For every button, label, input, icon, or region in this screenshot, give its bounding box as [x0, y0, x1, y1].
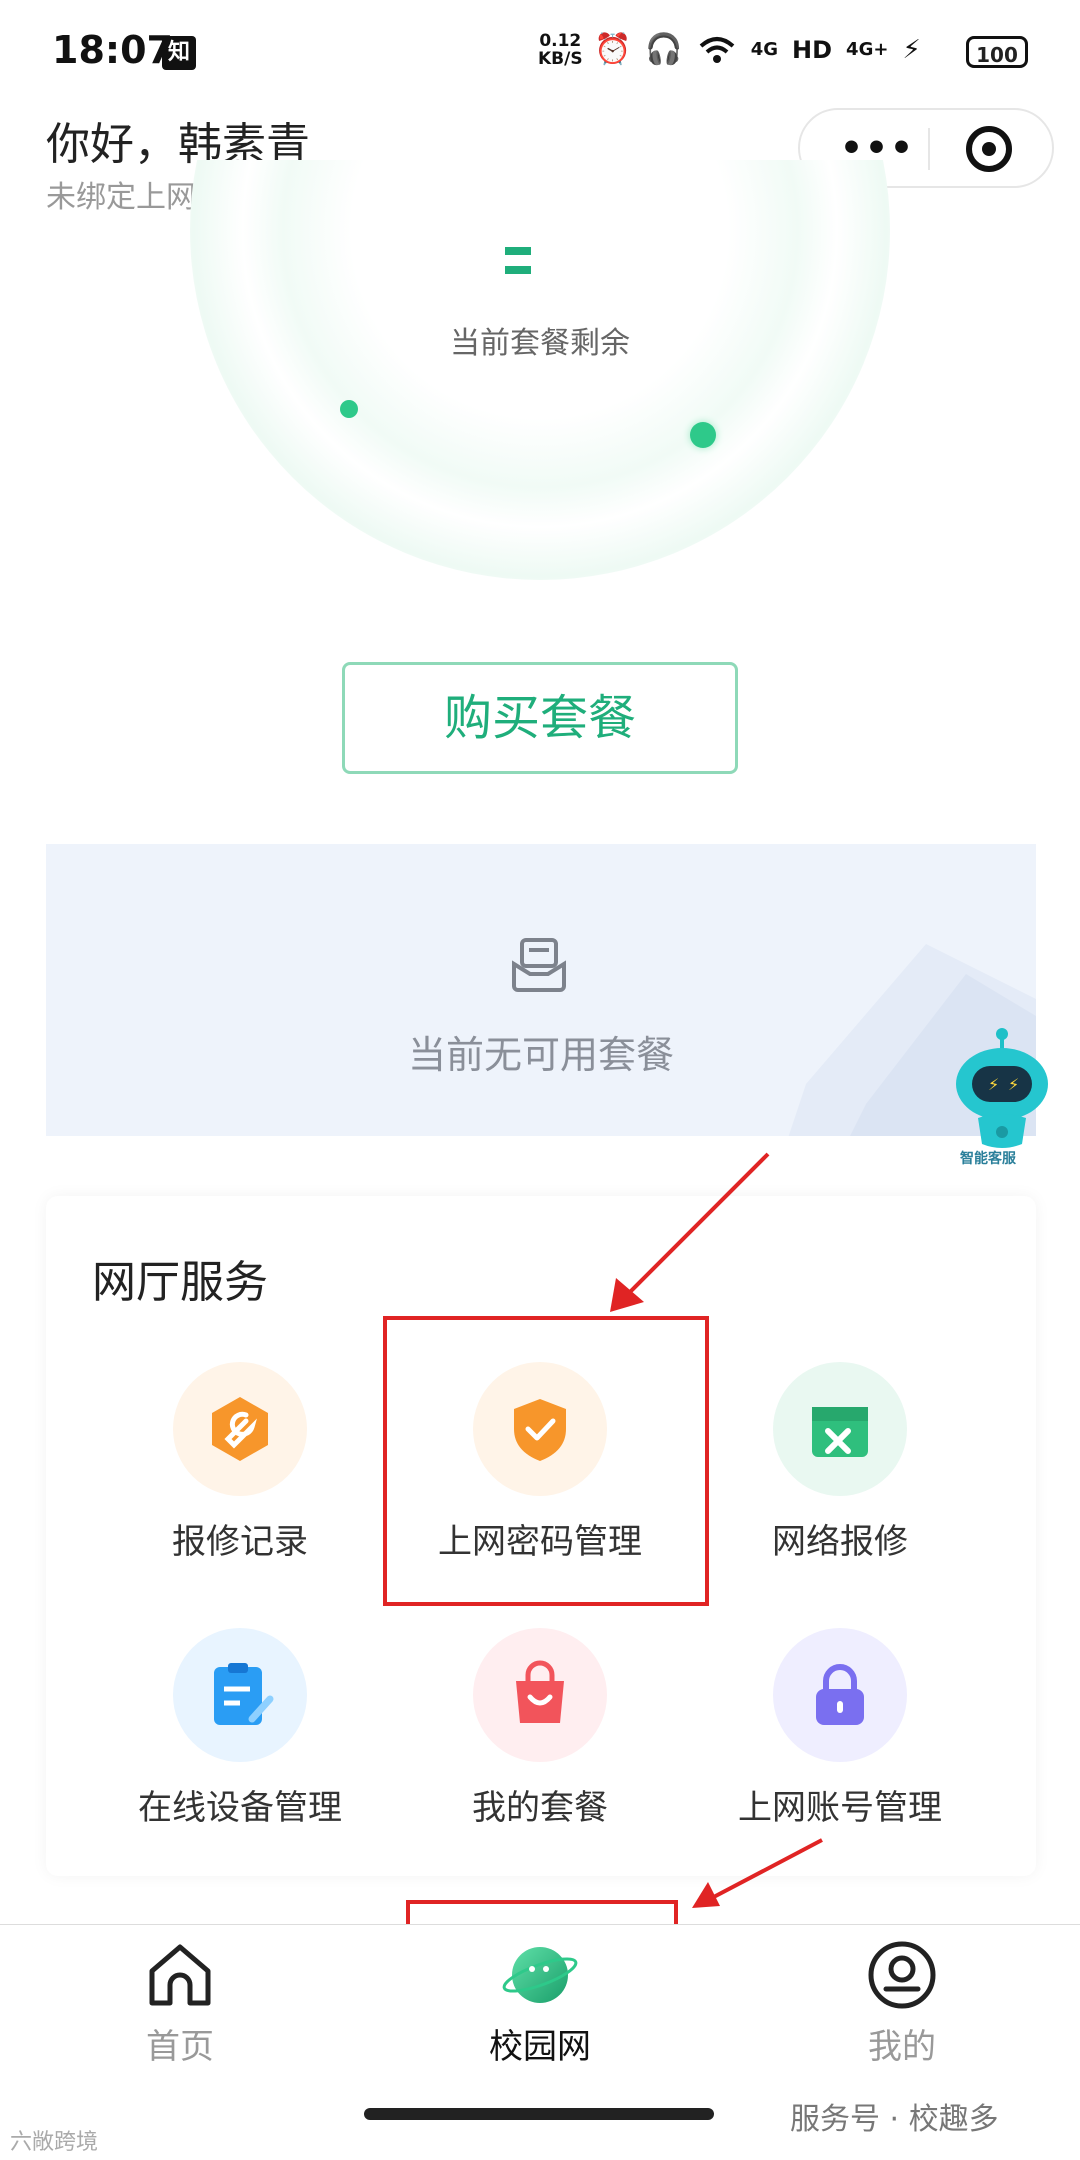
planet-icon — [502, 1947, 578, 2003]
service-label: 报修记录 — [172, 1522, 308, 1562]
remaining-value-placeholder — [505, 240, 569, 274]
empty-package-text: 当前无可用套餐 — [407, 1033, 674, 1077]
corner-watermark: 六敞跨境 — [10, 2130, 99, 2155]
service-label: 上网账号管理 — [738, 1788, 942, 1828]
alarm-icon: ⏰ — [594, 32, 632, 67]
watermark-text: 服务号 · 校趣多 — [790, 2102, 999, 2137]
bottom-nav: 首页 校园网 我的 — [0, 1924, 1080, 2073]
annotation-arrow-icon — [610, 1152, 770, 1312]
service-my-package[interactable]: 我的套餐 — [390, 1628, 690, 1829]
annotation-highlight-password — [383, 1316, 709, 1606]
empty-inbox-icon — [512, 938, 566, 992]
nav-label: 首页 — [146, 2027, 214, 2067]
profile-icon — [868, 1941, 936, 2009]
charging-icon: ⚡ — [902, 35, 921, 65]
service-label: 我的套餐 — [472, 1788, 608, 1828]
lock-icon — [773, 1628, 907, 1762]
net-speed-value: 0.12 — [539, 31, 582, 51]
annotation-arrow-icon — [692, 1838, 823, 1908]
ring-dot-left — [340, 400, 358, 418]
support-label[interactable]: 智能客服 — [960, 1148, 1016, 1168]
gesture-home-bar[interactable] — [364, 2108, 714, 2120]
service-label: 在线设备管理 — [138, 1788, 342, 1828]
status-time: 18:07 — [52, 28, 173, 72]
package-card: 当前无可用套餐 — [46, 844, 1036, 1136]
nav-campus-network[interactable]: 校园网 — [430, 1939, 650, 2068]
service-network-repair[interactable]: 网络报修 — [690, 1362, 990, 1563]
services-title: 网厅服务 — [92, 1257, 268, 1308]
wifi-icon — [699, 37, 735, 63]
buy-package-button[interactable]: 购买套餐 — [342, 662, 738, 774]
usage-ring-area — [150, 160, 930, 630]
status-icons: ⏰ 🎧 4G HD 4G+ ⚡ — [594, 30, 921, 70]
net-speed-unit: KB/S — [538, 49, 583, 69]
service-online-devices[interactable]: 在线设备管理 — [90, 1628, 390, 1829]
nav-label: 校园网 — [489, 2027, 591, 2067]
zhihu-notification-icon: 知 — [162, 36, 196, 70]
service-label: 网络报修 — [772, 1522, 908, 1562]
robot-support-icon[interactable]: ⚡ ⚡ — [950, 1028, 1054, 1168]
nav-mine[interactable]: 我的 — [792, 1939, 1012, 2068]
signal-4g-plus-icon: 4G+ — [846, 39, 889, 60]
nav-label: 我的 — [868, 2027, 936, 2067]
home-icon — [149, 1944, 211, 2006]
ring-dot-right — [690, 422, 716, 448]
battery-icon: 100 — [966, 36, 1028, 68]
clipboard-icon — [173, 1628, 307, 1762]
svg-text:⚡: ⚡ — [988, 1075, 999, 1094]
remaining-label: 当前套餐剩余 — [450, 326, 630, 361]
hd-icon: HD — [792, 36, 833, 64]
headphones-icon: 🎧 — [645, 32, 683, 67]
status-bar: 18:07 知 0.12 KB/S ⏰ 🎧 4G HD 4G+ ⚡ 100 — [0, 0, 1080, 106]
service-account-management[interactable]: 上网账号管理 — [690, 1628, 990, 1829]
signal-4g-icon: 4G — [750, 39, 779, 60]
wrench-icon — [173, 1362, 307, 1496]
service-repair-records[interactable]: 报修记录 — [90, 1362, 390, 1563]
nav-home[interactable]: 首页 — [70, 1939, 290, 2068]
svg-text:⚡: ⚡ — [1008, 1075, 1019, 1094]
close-target-icon[interactable] — [966, 126, 1012, 172]
shopping-bag-icon — [473, 1628, 607, 1762]
toolbox-icon — [773, 1362, 907, 1496]
net-speed: 0.12 KB/S — [538, 32, 583, 68]
